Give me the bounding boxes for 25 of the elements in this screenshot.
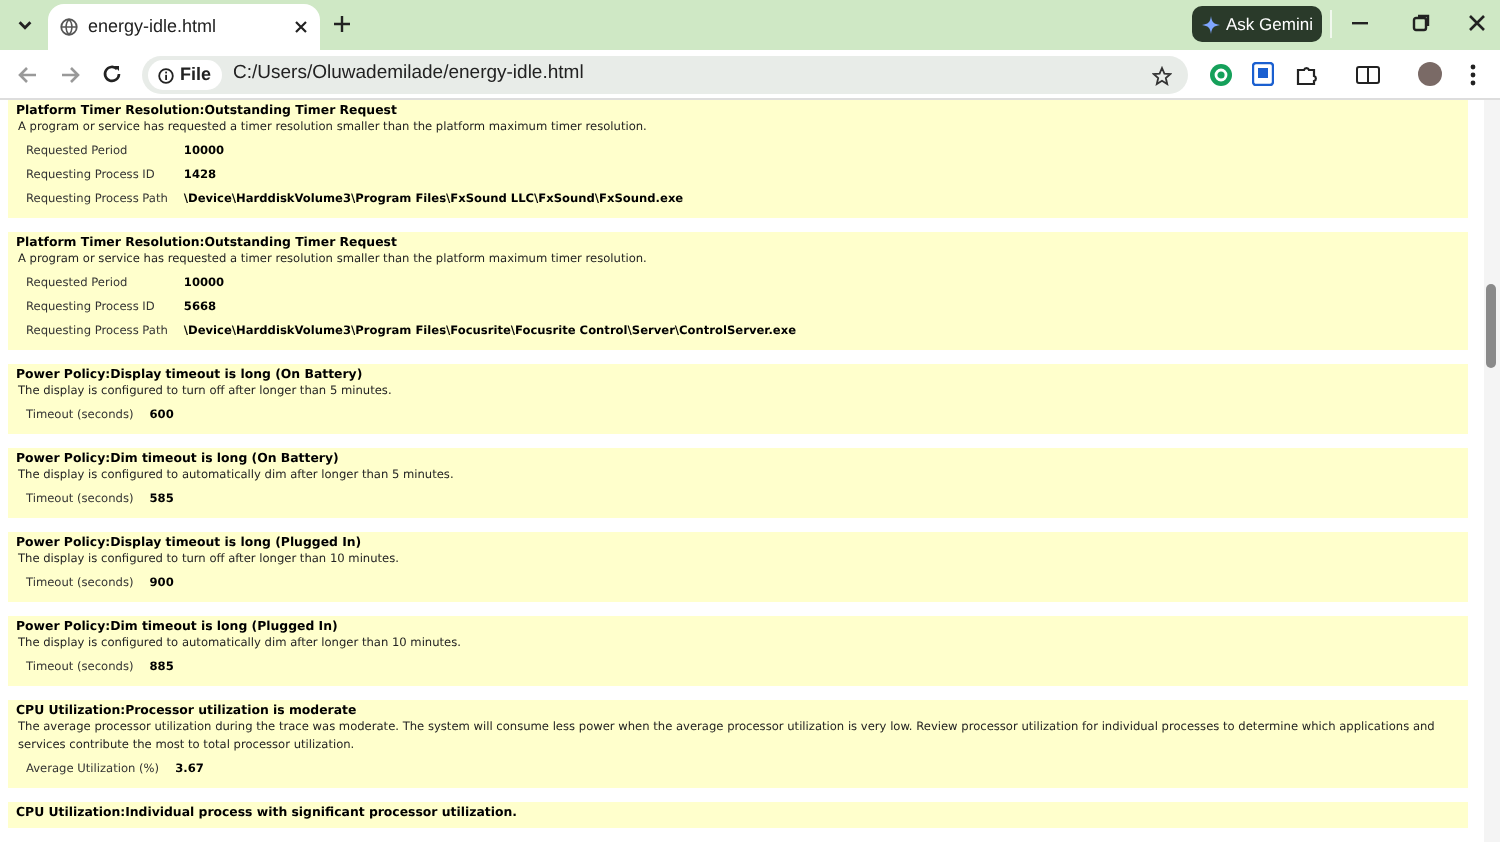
puzzle-icon[interactable] — [1296, 64, 1318, 86]
address-bar[interactable]: File C:/Users/Oluwademilade/energy-idle.html — [142, 56, 1188, 94]
info-icon — [158, 67, 174, 83]
tab-list-icon[interactable] — [16, 16, 34, 34]
url-text: C:/Users/Oluwademilade/energy-idle.html — [233, 60, 584, 89]
forward-icon[interactable] — [60, 66, 80, 84]
ask-gemini-button[interactable]: Ask Gemini — [1192, 6, 1323, 42]
extension-icon[interactable] — [1252, 62, 1274, 86]
scrollbar[interactable] — [1484, 100, 1500, 842]
new-tab-icon[interactable] — [334, 16, 350, 32]
minimize-icon[interactable] — [1352, 22, 1368, 26]
close-icon[interactable] — [1468, 14, 1486, 32]
reload-icon[interactable] — [102, 64, 122, 84]
menu-icon[interactable] — [1470, 64, 1476, 86]
extension-icon[interactable] — [1210, 64, 1232, 86]
tab-title: energy-idle.html — [88, 13, 219, 40]
reading-list-icon[interactable] — [1356, 66, 1380, 84]
browser-tab[interactable]: energy-idle.html — [48, 4, 320, 50]
close-icon[interactable] — [294, 20, 308, 34]
restore-icon[interactable] — [1412, 14, 1430, 32]
globe-icon — [60, 18, 78, 36]
avatar-icon[interactable] — [1418, 62, 1442, 86]
back-icon[interactable] — [18, 66, 38, 84]
sparkle-icon — [1202, 15, 1220, 33]
star-icon[interactable] — [1152, 65, 1172, 85]
